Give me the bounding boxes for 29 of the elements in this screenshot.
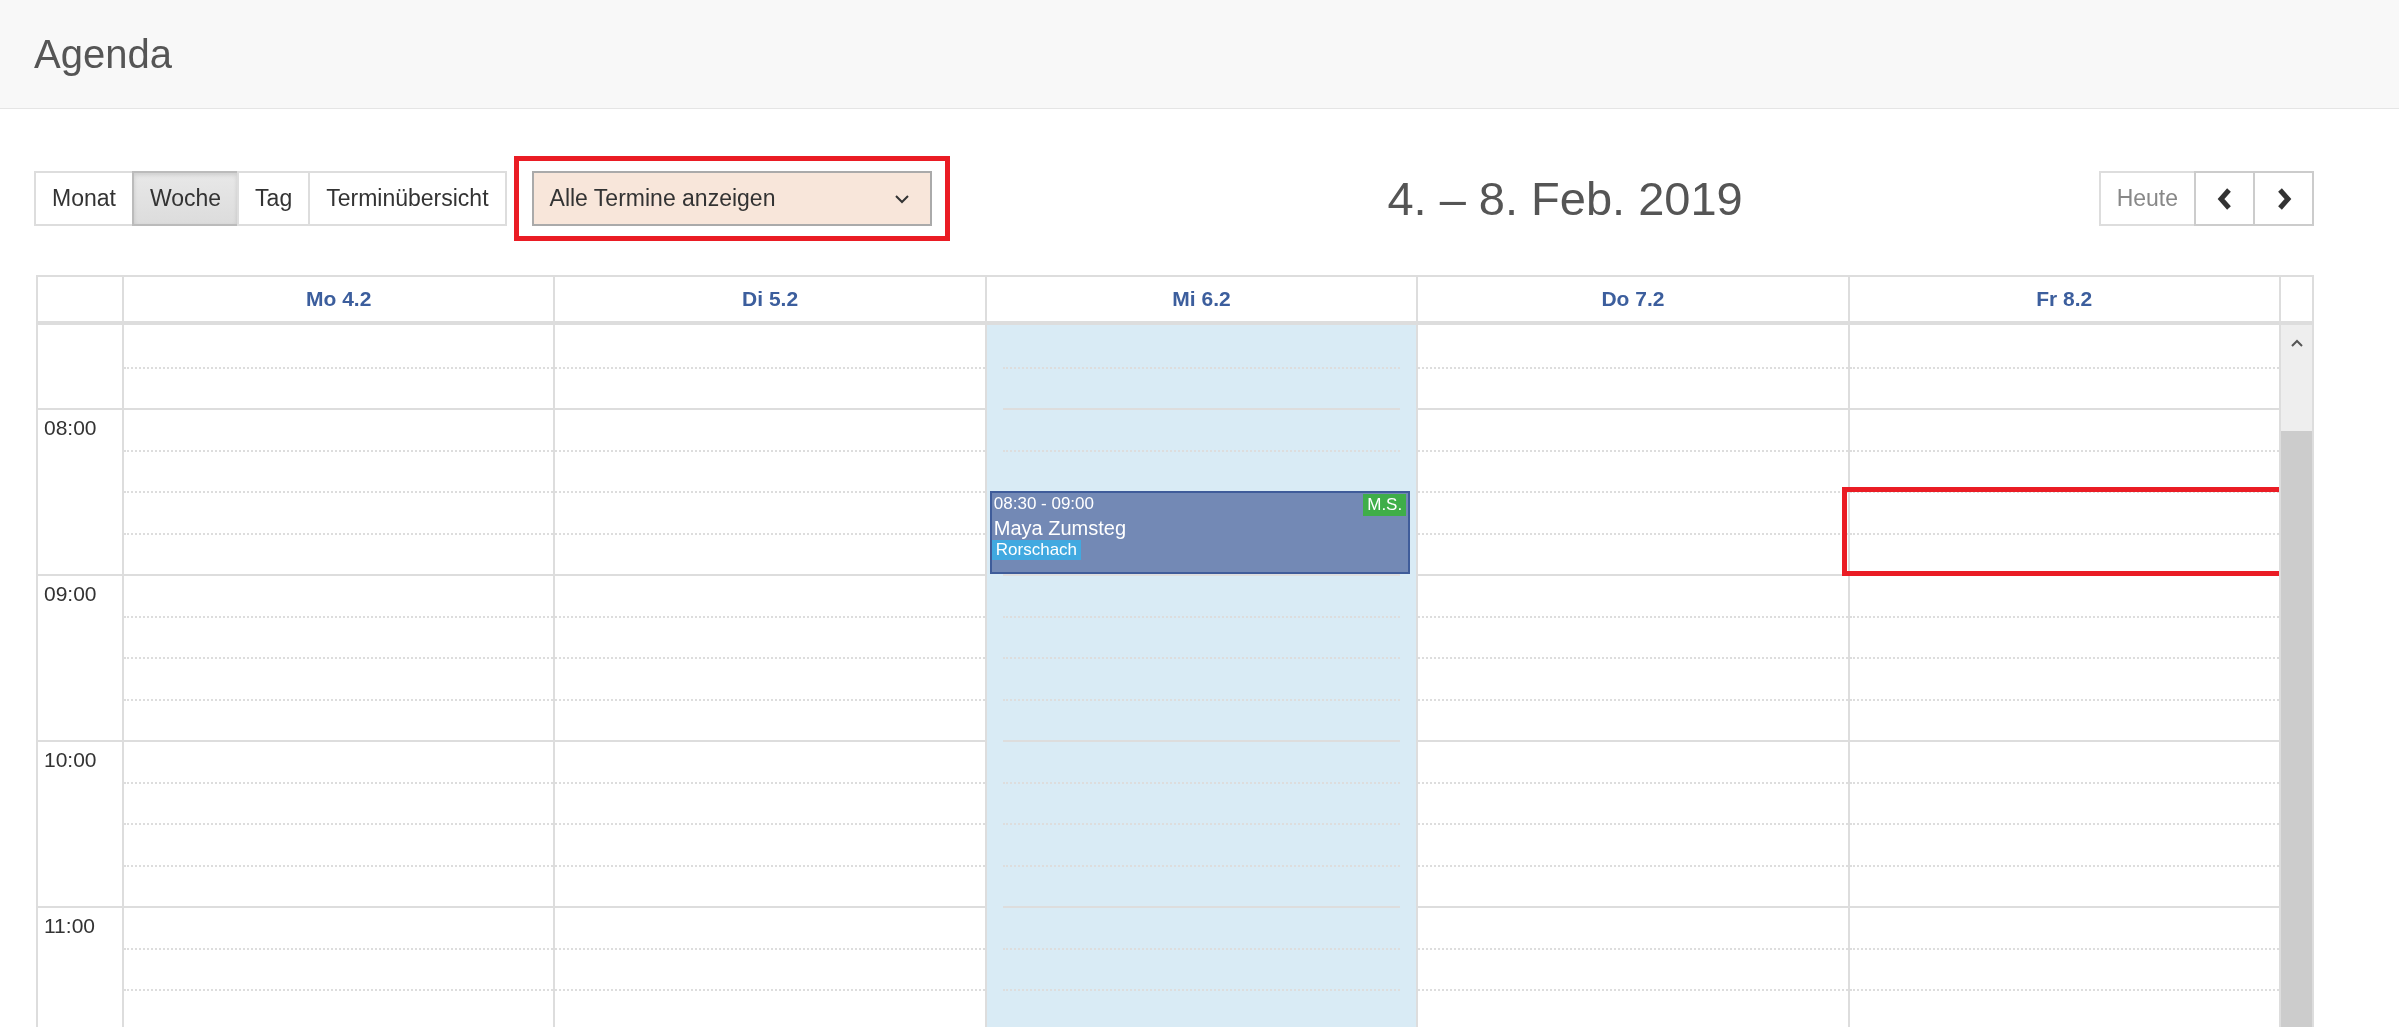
page-title: Agenda [34,31,172,77]
location-tag: Rorschach [991,540,1082,560]
view-tab[interactable]: Tag [237,171,311,226]
chevron-left-icon [2215,187,2234,210]
previous-button[interactable] [2194,171,2255,226]
hour-label: 08:00 [44,416,97,440]
day-header: Fr 8.2 [1847,277,2279,321]
day-header: Do 7.2 [1416,277,1848,321]
day-header: Di 5.2 [553,277,985,321]
date-range-title: 4. – 8. Feb. 2019 [1386,171,1744,226]
staff-initials-badge: M.S. [1363,494,1407,516]
hour-label: 09:00 [44,582,97,606]
scrollbar[interactable] [2279,325,2312,1027]
appointment-filter-dropdown[interactable]: Alle Termine anzeigen [531,171,932,226]
next-button[interactable] [2253,171,2314,226]
view-tab[interactable]: Monat [34,171,134,226]
appointment-title: Maya Zumsteg [993,517,1127,540]
view-tab[interactable]: Terminübersicht [308,171,507,226]
caret-up-icon [2291,339,2303,347]
hour-label: 10:00 [44,748,97,772]
chevron-down-icon [893,193,910,204]
hour-label: 11:00 [44,914,95,938]
scrollbar-thumb[interactable] [2281,431,2312,1027]
appointment-card[interactable]: 08:30 - 09:00 M.S. Maya Zumsteg Rorschach [989,491,1411,574]
day-header: Mi 6.2 [984,277,1417,321]
day-header: Mo 4.2 [122,277,554,321]
view-tab[interactable]: Woche [131,171,240,226]
today-button[interactable]: Heute [2098,171,2196,226]
appointment-time: 08:30 - 09:00 [993,494,1094,515]
